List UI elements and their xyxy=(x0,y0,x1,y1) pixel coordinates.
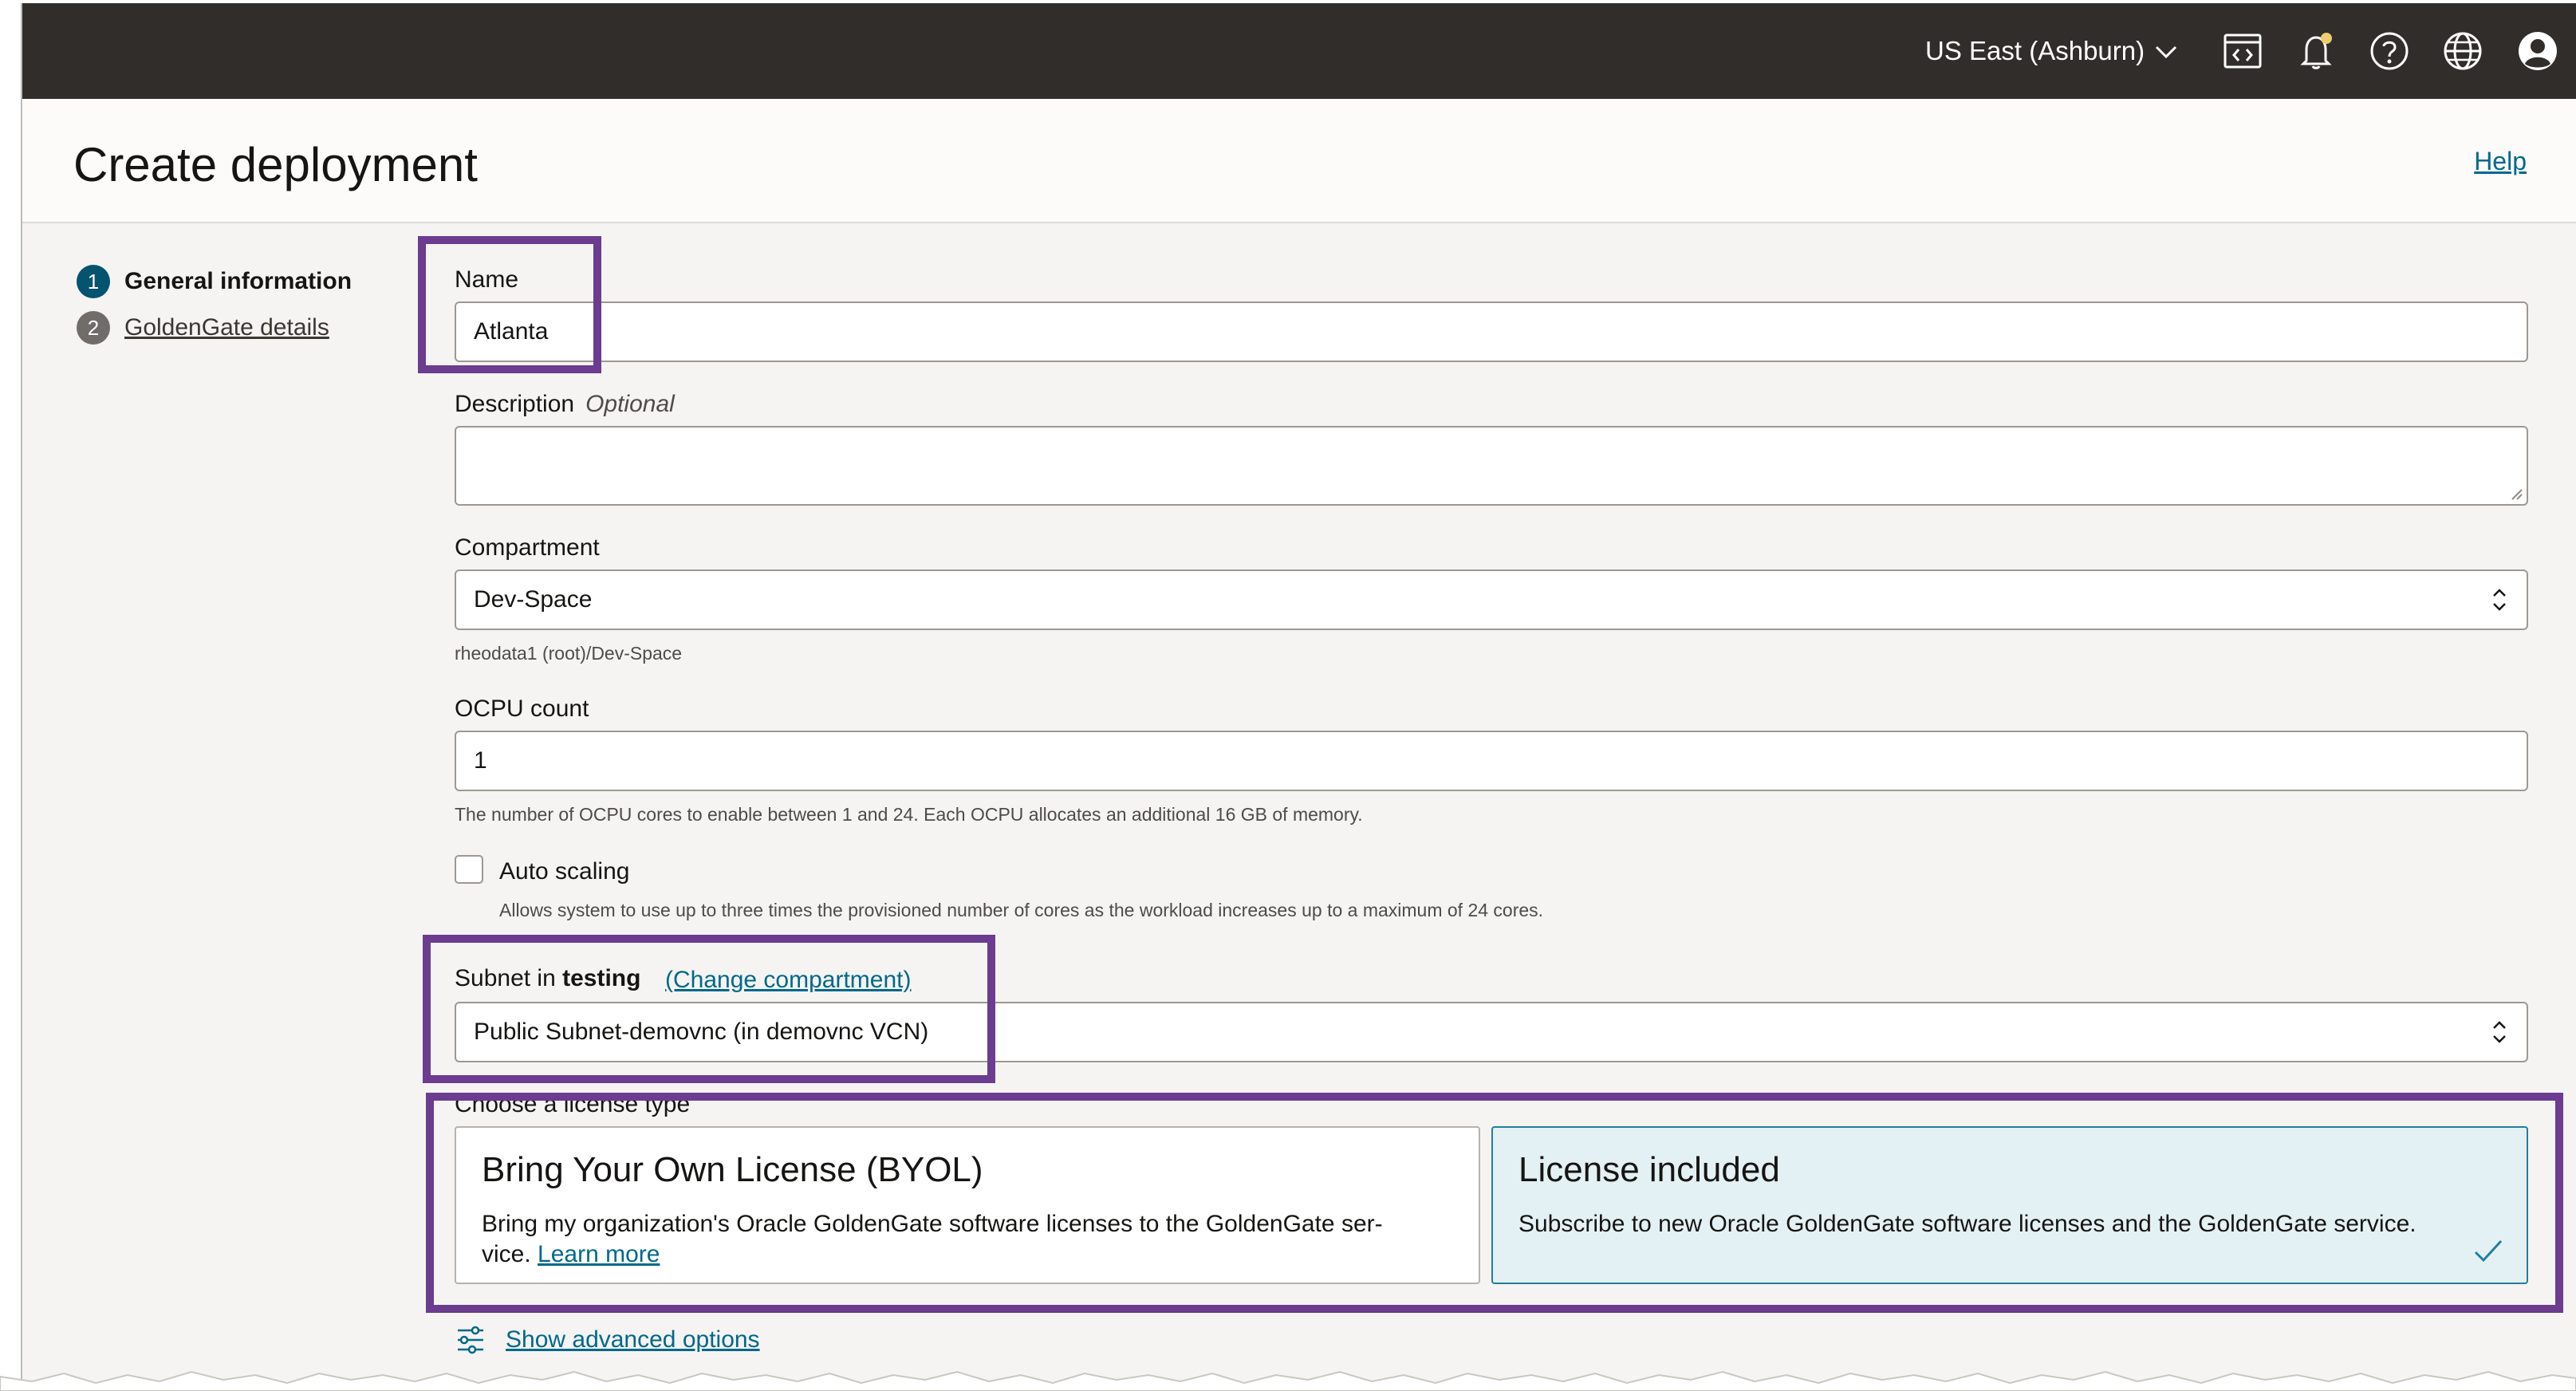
ocpu-hint: The number of OCPU cores to enable betwe… xyxy=(455,804,1363,825)
description-label: Description Optional xyxy=(455,391,675,418)
page-header: Create deployment Help xyxy=(22,99,2576,223)
select-arrows-icon xyxy=(2493,589,2506,611)
help-icon[interactable] xyxy=(2369,30,2410,72)
ocpu-label: OCPU count xyxy=(455,696,589,722)
page-title: Create deployment xyxy=(73,138,478,191)
step-number: 1 xyxy=(77,265,110,298)
select-arrows-icon xyxy=(2493,1021,2506,1043)
highlight-license-callout xyxy=(426,1093,2563,1313)
auto-scaling-checkbox[interactable] xyxy=(455,855,483,884)
settings-sliders-icon xyxy=(458,1326,483,1354)
step-label: GoldenGate details xyxy=(124,314,329,341)
optional-tag: Optional xyxy=(585,391,675,417)
auto-scaling-hint: Allows system to use up to three times t… xyxy=(499,900,1544,920)
notifications-icon[interactable] xyxy=(2295,30,2337,72)
chevron-down-icon xyxy=(2154,36,2178,66)
ocpu-value: 1 xyxy=(474,747,487,774)
compartment-path: rheodata1 (root)/Dev-Space xyxy=(455,643,683,664)
step-general-information[interactable]: 1 General information xyxy=(77,265,352,298)
step-number: 2 xyxy=(77,311,110,345)
ocpu-input[interactable]: 1 xyxy=(455,731,2528,791)
compartment-select[interactable]: Dev-Space xyxy=(455,569,2528,630)
developer-tools-icon[interactable] xyxy=(2222,30,2263,72)
highlight-name-callout xyxy=(418,236,601,373)
show-advanced-options-link[interactable]: Show advanced options xyxy=(455,1324,760,1356)
language-icon[interactable] xyxy=(2442,30,2483,72)
region-selector[interactable]: US East (Ashburn) xyxy=(1925,3,2178,99)
compartment-value: Dev-Space xyxy=(474,586,593,613)
resize-handle-icon[interactable] xyxy=(2509,487,2523,501)
step-label: General information xyxy=(124,268,353,294)
user-avatar-icon[interactable] xyxy=(2517,30,2558,72)
compartment-label: Compartment xyxy=(455,534,600,561)
highlight-subnet-callout xyxy=(423,935,995,1083)
top-navigation-bar: US East (Ashburn) xyxy=(22,3,2576,99)
description-textarea[interactable] xyxy=(455,426,2528,506)
help-link[interactable]: Help xyxy=(2474,147,2527,176)
auto-scaling-label: Auto scaling xyxy=(499,858,630,885)
torn-edge-decoration xyxy=(0,1370,2576,1391)
name-input[interactable]: Atlanta xyxy=(455,301,2528,362)
description-label-text: Description xyxy=(455,391,575,417)
show-advanced-options-label: Show advanced options xyxy=(506,1326,760,1353)
region-label: US East (Ashburn) xyxy=(1925,36,2145,65)
step-goldengate-details[interactable]: 2 GoldenGate details xyxy=(77,311,329,345)
console-frame: US East (Ashburn) Create deployment Help… xyxy=(21,3,2576,1381)
